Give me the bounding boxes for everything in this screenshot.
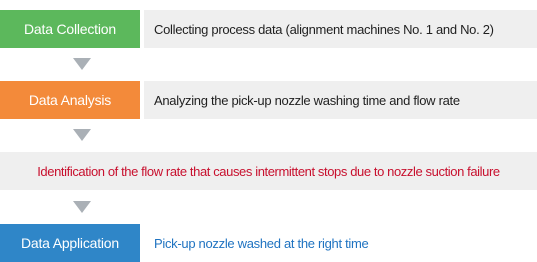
arrow-down-icon	[73, 201, 91, 213]
step-data-collection: Data Collection Collecting process data …	[0, 10, 537, 48]
stage-description-analysis: Analyzing the pick-up nozzle washing tim…	[144, 81, 537, 119]
arrow-down-icon	[73, 129, 91, 141]
stage-label-analysis: Data Analysis	[0, 81, 140, 119]
stage-label-collection: Data Collection	[0, 10, 140, 48]
step-data-application: Data Application Pick-up nozzle washed a…	[0, 224, 537, 262]
arrow-down-icon	[73, 58, 91, 70]
data-process-flow: Data Collection Collecting process data …	[0, 0, 537, 262]
finding-text: Identification of the flow rate that cau…	[0, 152, 537, 190]
stage-description-application: Pick-up nozzle washed at the right time	[144, 224, 537, 262]
step-finding: Identification of the flow rate that cau…	[0, 152, 537, 190]
stage-label-application: Data Application	[0, 224, 140, 262]
stage-description-collection: Collecting process data (alignment machi…	[144, 10, 537, 48]
step-data-analysis: Data Analysis Analyzing the pick-up nozz…	[0, 81, 537, 119]
